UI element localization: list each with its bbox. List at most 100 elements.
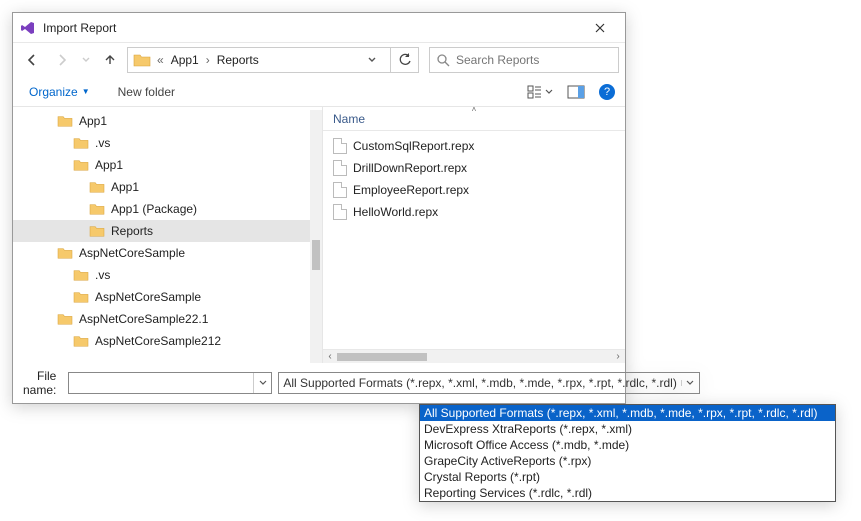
file-list[interactable]: CustomSqlReport.repx DrillDownReport.repx… — [323, 131, 625, 227]
file-type-dropdown[interactable] — [681, 380, 699, 386]
tree-item-label: App1 — [93, 158, 123, 172]
file-name-input[interactable] — [69, 373, 253, 393]
document-icon — [333, 182, 347, 198]
column-header-name[interactable]: ˄ Name — [323, 107, 625, 131]
folder-icon — [89, 180, 105, 194]
breadcrumb-prefix: « — [154, 53, 167, 67]
folder-icon — [73, 334, 89, 348]
help-button[interactable]: ? — [599, 84, 615, 100]
tree-item-label: AspNetCoreSample — [93, 290, 201, 304]
nav-back-button[interactable] — [19, 47, 45, 73]
titlebar: Import Report — [13, 13, 625, 43]
file-item-label: DrillDownReport.repx — [353, 161, 467, 175]
organize-menu[interactable]: Organize ▼ — [23, 83, 96, 101]
file-type-dropdown-list[interactable]: All Supported Formats (*.repx, *.xml, *.… — [419, 404, 836, 502]
nav-up-button[interactable] — [97, 47, 123, 73]
filter-option[interactable]: All Supported Formats (*.repx, *.xml, *.… — [420, 405, 835, 421]
sort-indicator-icon: ˄ — [472, 105, 477, 114]
search-box[interactable] — [429, 47, 619, 73]
file-name-combo[interactable] — [68, 372, 272, 394]
breadcrumb-reports[interactable]: Reports — [213, 53, 263, 67]
body-panes: App1 .vs App1 App1 App1 (Package) Reports AspN… — [13, 107, 625, 363]
tree-scrollbar[interactable] — [310, 110, 322, 363]
toolbar: Organize ▼ New folder ? — [13, 77, 625, 107]
tree-item[interactable]: AspNetCoreSample212 — [13, 330, 322, 352]
preview-pane-button[interactable] — [563, 83, 589, 101]
refresh-button[interactable] — [391, 47, 419, 73]
folder-icon — [73, 136, 89, 150]
tree-item-label: AspNetCoreSample — [77, 246, 185, 260]
folder-icon — [89, 202, 105, 216]
tree-item[interactable]: AspNetCoreSample — [13, 286, 322, 308]
file-item-label: EmployeeReport.repx — [353, 183, 469, 197]
filter-option[interactable]: Microsoft Office Access (*.mdb, *.mde) — [420, 437, 835, 453]
tree-item-label: .vs — [93, 136, 110, 150]
nav-forward-button[interactable] — [49, 47, 75, 73]
tree-item[interactable]: App1 (Package) — [13, 198, 322, 220]
filter-option[interactable]: Reporting Services (*.rdlc, *.rdl) — [420, 485, 835, 501]
file-item[interactable]: CustomSqlReport.repx — [327, 135, 621, 157]
folder-tree[interactable]: App1 .vs App1 App1 App1 (Package) Reports AspN… — [13, 107, 323, 363]
address-dropdown[interactable] — [368, 57, 388, 63]
folder-icon — [73, 158, 89, 172]
breadcrumb-app1[interactable]: App1 — [167, 53, 203, 67]
column-name-label: Name — [333, 112, 365, 126]
document-icon — [333, 204, 347, 220]
file-item[interactable]: DrillDownReport.repx — [327, 157, 621, 179]
bottom-row: File name: All Supported Formats (*.repx… — [13, 363, 625, 403]
close-button[interactable] — [583, 18, 617, 38]
file-item[interactable]: HelloWorld.repx — [327, 201, 621, 223]
file-item[interactable]: EmployeeReport.repx — [327, 179, 621, 201]
file-item-label: CustomSqlReport.repx — [353, 139, 474, 153]
organize-label: Organize — [29, 85, 78, 99]
new-folder-button[interactable]: New folder — [114, 83, 179, 101]
document-icon — [333, 160, 347, 176]
address-bar[interactable]: « App1 › Reports — [127, 47, 391, 73]
tree-item-label: AspNetCoreSample212 — [93, 334, 221, 348]
nav-recent-dropdown[interactable] — [79, 47, 93, 73]
tree-item-label: App1 — [109, 180, 139, 194]
tree-item-label: App1 — [77, 114, 107, 128]
file-hscrollbar[interactable]: ‹ › — [323, 349, 625, 363]
filter-option[interactable]: Crystal Reports (*.rpt) — [420, 469, 835, 485]
tree-item[interactable]: App1 — [13, 176, 322, 198]
chevron-down-icon: ▼ — [82, 87, 90, 96]
tree-item[interactable]: AspNetCoreSample22.1 — [13, 308, 322, 330]
folder-icon — [57, 312, 73, 326]
window-title: Import Report — [43, 21, 583, 35]
scroll-left-icon[interactable]: ‹ — [323, 351, 337, 362]
folder-icon — [73, 290, 89, 304]
folder-icon — [73, 268, 89, 282]
tree-item[interactable]: App1 — [13, 110, 322, 132]
folder-icon — [57, 114, 73, 128]
import-report-dialog: Import Report « App1 › Reports — [12, 12, 626, 404]
nav-row: « App1 › Reports — [13, 43, 625, 77]
view-options-button[interactable] — [523, 83, 557, 101]
tree-item[interactable]: Reports — [13, 220, 322, 242]
file-type-filter[interactable]: All Supported Formats (*.repx, *.xml, *.… — [278, 372, 699, 394]
chevron-right-icon[interactable]: › — [203, 53, 213, 67]
tree-item-label: AspNetCoreSample22.1 — [77, 312, 208, 326]
tree-item-label: .vs — [93, 268, 110, 282]
tree-item-label: App1 (Package) — [109, 202, 197, 216]
file-type-selected: All Supported Formats (*.repx, *.xml, *.… — [279, 376, 680, 390]
tree-item[interactable]: .vs — [13, 132, 322, 154]
scroll-right-icon[interactable]: › — [611, 351, 625, 362]
tree-item[interactable]: .vs — [13, 264, 322, 286]
search-input[interactable] — [456, 53, 612, 67]
folder-icon — [57, 246, 73, 260]
search-icon — [436, 53, 450, 67]
file-name-label: File name: — [23, 369, 62, 397]
tree-item-label: Reports — [109, 224, 153, 238]
folder-icon — [132, 50, 152, 70]
folder-icon — [89, 224, 105, 238]
vs-app-icon — [19, 19, 37, 37]
tree-item[interactable]: AspNetCoreSample — [13, 242, 322, 264]
file-item-label: HelloWorld.repx — [353, 205, 438, 219]
document-icon — [333, 138, 347, 154]
file-pane: ˄ Name CustomSqlReport.repx DrillDownRepo… — [323, 107, 625, 363]
tree-item[interactable]: App1 — [13, 154, 322, 176]
filter-option[interactable]: DevExpress XtraReports (*.repx, *.xml) — [420, 421, 835, 437]
filter-option[interactable]: GrapeCity ActiveReports (*.rpx) — [420, 453, 835, 469]
file-name-dropdown[interactable] — [253, 373, 271, 393]
